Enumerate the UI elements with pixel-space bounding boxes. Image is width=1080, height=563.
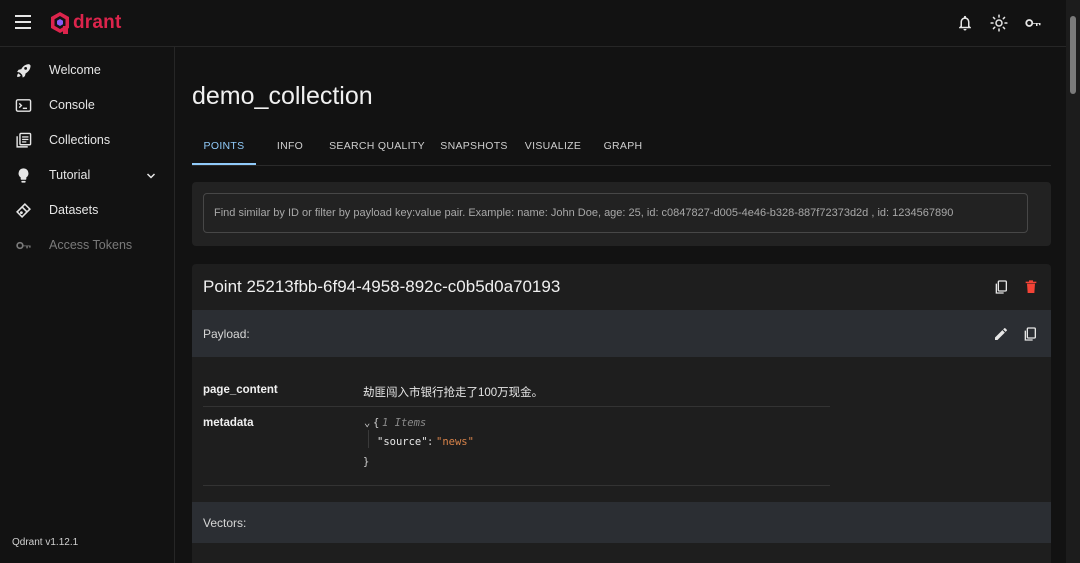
- bell-icon[interactable]: [956, 14, 974, 32]
- tab-points[interactable]: POINTS: [192, 129, 256, 165]
- scrollbar-thumb[interactable]: [1070, 16, 1076, 94]
- sun-icon[interactable]: [990, 14, 1008, 32]
- vectors-label: Vectors:: [203, 516, 247, 530]
- point-card: Point 25213fbb-6f94-4958-892c-c0b5d0a701…: [192, 264, 1051, 563]
- collection-tabs: POINTS INFO SEARCH QUALITY SNAPSHOTS VIS…: [192, 129, 1051, 166]
- terminal-icon: [15, 99, 32, 112]
- row-divider: [203, 406, 830, 407]
- sidebar-item-label: Access Tokens: [49, 238, 133, 252]
- search-card: [192, 182, 1051, 246]
- chevron-down-icon[interactable]: [145, 170, 157, 182]
- key-icon[interactable]: [1024, 14, 1042, 32]
- lightbulb-icon: [18, 168, 29, 183]
- sidebar-item-access-tokens[interactable]: Access Tokens: [0, 228, 174, 263]
- json-item-count: 1 Items: [382, 417, 427, 429]
- payload-key-metadata: metadata: [203, 417, 254, 429]
- payload-header: Payload:: [192, 310, 1051, 357]
- json-value-source: "news": [436, 436, 474, 448]
- json-open-brace: {: [373, 417, 380, 429]
- copy-icon[interactable]: [1022, 326, 1038, 342]
- json-key-source: "source": [377, 436, 428, 448]
- json-indent-guide: [368, 430, 369, 448]
- tab-info[interactable]: INFO: [266, 129, 314, 164]
- page-scrollbar[interactable]: [1066, 0, 1080, 563]
- json-colon: :: [427, 436, 434, 448]
- sidebar-item-label: Datasets: [49, 203, 99, 217]
- delete-icon[interactable]: [1023, 279, 1039, 295]
- payload-value-page-content: 劫匪闯入市银行抢走了100万现金。: [363, 387, 544, 399]
- collections-icon: [16, 132, 32, 148]
- json-close-brace: }: [363, 456, 370, 468]
- sidebar-item-console[interactable]: Console: [0, 88, 174, 123]
- sidebar-item-collections[interactable]: Collections: [0, 123, 174, 158]
- vectors-header: Vectors:: [192, 502, 1051, 543]
- page-title: demo_collection: [192, 82, 373, 110]
- datasets-icon: [16, 203, 31, 218]
- sidebar-item-label: Welcome: [49, 63, 101, 77]
- key-icon: [16, 241, 31, 250]
- tab-graph[interactable]: GRAPH: [596, 129, 650, 164]
- sidebar: Welcome Console Collections Tutorial Dat…: [0, 47, 175, 563]
- payload-label: Payload:: [203, 327, 250, 341]
- sidebar-item-label: Collections: [49, 133, 111, 147]
- menu-icon[interactable]: [15, 15, 31, 29]
- row-divider: [203, 485, 830, 486]
- point-title: Point 25213fbb-6f94-4958-892c-c0b5d0a701…: [203, 277, 561, 296]
- app-version: Qdrant v1.12.1: [12, 537, 79, 548]
- rocket-icon: [17, 64, 31, 78]
- tab-snapshots[interactable]: SNAPSHOTS: [438, 129, 510, 164]
- payload-key-page-content: page_content: [203, 384, 278, 396]
- top-app-bar: drant: [0, 0, 1066, 47]
- main-content: demo_collection POINTS INFO SEARCH QUALI…: [175, 47, 1066, 563]
- sidebar-item-welcome[interactable]: Welcome: [0, 53, 174, 88]
- qdrant-logo-icon: [51, 12, 69, 34]
- tab-search-quality[interactable]: SEARCH QUALITY: [326, 129, 428, 164]
- brand-name: drant: [73, 12, 122, 33]
- copy-icon[interactable]: [993, 279, 1009, 295]
- sidebar-item-tutorial[interactable]: Tutorial: [0, 158, 174, 193]
- tab-visualize[interactable]: VISUALIZE: [520, 129, 586, 164]
- search-input[interactable]: [203, 193, 1028, 233]
- sidebar-item-label: Console: [49, 98, 95, 112]
- sidebar-item-datasets[interactable]: Datasets: [0, 193, 174, 228]
- edit-icon[interactable]: [993, 326, 1009, 342]
- sidebar-item-label: Tutorial: [49, 168, 91, 182]
- json-collapse-toggle[interactable]: ⌄: [364, 417, 370, 429]
